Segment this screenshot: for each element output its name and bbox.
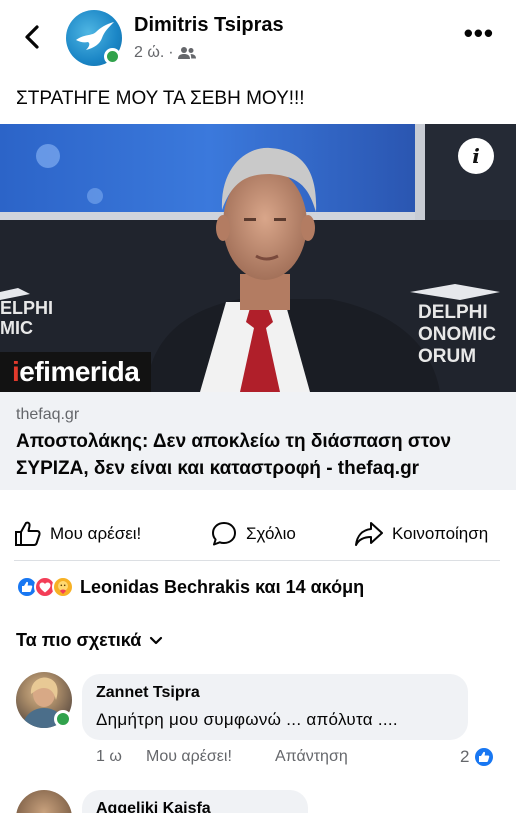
comment-bubble[interactable]: Aggeliki Kaisfa — [82, 790, 308, 813]
chevron-down-icon — [150, 636, 163, 644]
commenter-online-dot — [54, 710, 72, 728]
commenter-name[interactable]: Aggeliki Kaisfa — [96, 800, 211, 813]
back-button[interactable] — [18, 22, 48, 52]
link-domain: thefaq.gr — [16, 406, 80, 423]
comment-icon — [212, 522, 236, 546]
link-preview-image[interactable]: ELPHI MIC DELPHI ONOMIC ORUM i i efimeri… — [0, 124, 516, 392]
comment-button[interactable]: Σχόλιο — [210, 510, 296, 558]
commenter-name[interactable]: Zannet Tsipra — [96, 684, 200, 702]
action-bar: Μου αρέσει! Σχόλιο Κοινοποίηση — [0, 510, 516, 558]
chevron-left-icon — [25, 25, 39, 49]
online-status-dot — [104, 48, 121, 65]
watermark-accent: i — [12, 356, 20, 387]
publisher-watermark: i efimerida — [0, 352, 152, 392]
comment-reaction-count: 2 — [460, 747, 470, 766]
reactions-text[interactable]: Leonidas Bechrakis και 14 ακόμη — [80, 577, 364, 598]
comment-bubble[interactable]: Zannet Tsipra Δημήτρη μου συμφωνώ ... απ… — [82, 674, 468, 740]
post-header: Dimitris Tsipras 2 ώ. · ••• — [0, 0, 516, 80]
comments-sort-dropdown[interactable]: Τα πιο σχετικά — [16, 630, 163, 651]
care-reaction-icon — [52, 576, 74, 598]
reactions-summary[interactable]: Leonidas Bechrakis και 14 ακόμη — [16, 576, 364, 598]
post-time[interactable]: 2 ώ. — [134, 44, 164, 62]
sort-label: Τα πιο σχετικά — [16, 630, 142, 650]
more-options-icon[interactable]: ••• — [464, 20, 494, 46]
comment-reactions[interactable]: 2 — [460, 746, 496, 768]
share-label: Κοινοποίηση — [392, 524, 489, 543]
share-button[interactable]: Κοινοποίηση — [354, 510, 488, 558]
thumbs-up-icon — [15, 521, 41, 546]
like-label: Μου αρέσει! — [50, 524, 142, 543]
comment-label: Σχόλιο — [246, 524, 296, 543]
link-preview-card[interactable]: ELPHI MIC DELPHI ONOMIC ORUM i i efimeri… — [0, 124, 516, 490]
comment-like-button[interactable]: Μου αρέσει! — [146, 748, 232, 766]
friends-audience-icon[interactable] — [177, 46, 196, 60]
post-meta: 2 ώ. · — [134, 44, 196, 62]
comment-text: Δημήτρη μου συμφωνώ ... απόλυτα .... — [96, 710, 398, 729]
commenter-avatar[interactable] — [16, 790, 72, 813]
share-icon — [355, 522, 383, 546]
info-button[interactable]: i — [458, 138, 494, 174]
like-button[interactable]: Μου αρέσει! — [14, 510, 141, 558]
author-name[interactable]: Dimitris Tsipras — [134, 14, 284, 37]
comment-reply-button[interactable]: Απάντηση — [275, 748, 348, 766]
backdrop-text-right: DELPHI ONOMIC ORUM — [418, 302, 497, 367]
backdrop-text-left: ELPHI MIC — [0, 298, 54, 338]
link-headline[interactable]: Αποστολάκης: Δεν αποκλείω τη διάσπαση στ… — [16, 428, 506, 482]
post-text: ΣΤΡΑΤΗΓΕ ΜΟΥ ΤΑ ΣΕΒΗ ΜΟΥ!!! — [16, 88, 305, 109]
meta-separator: · — [168, 44, 174, 61]
comment-time[interactable]: 1 ω — [96, 748, 122, 766]
watermark-text: efimerida — [19, 356, 140, 387]
divider — [14, 560, 500, 561]
link-info[interactable]: thefaq.gr Αποστολάκης: Δεν αποκλείω τη δ… — [0, 392, 516, 490]
like-reaction-icon — [473, 746, 496, 768]
